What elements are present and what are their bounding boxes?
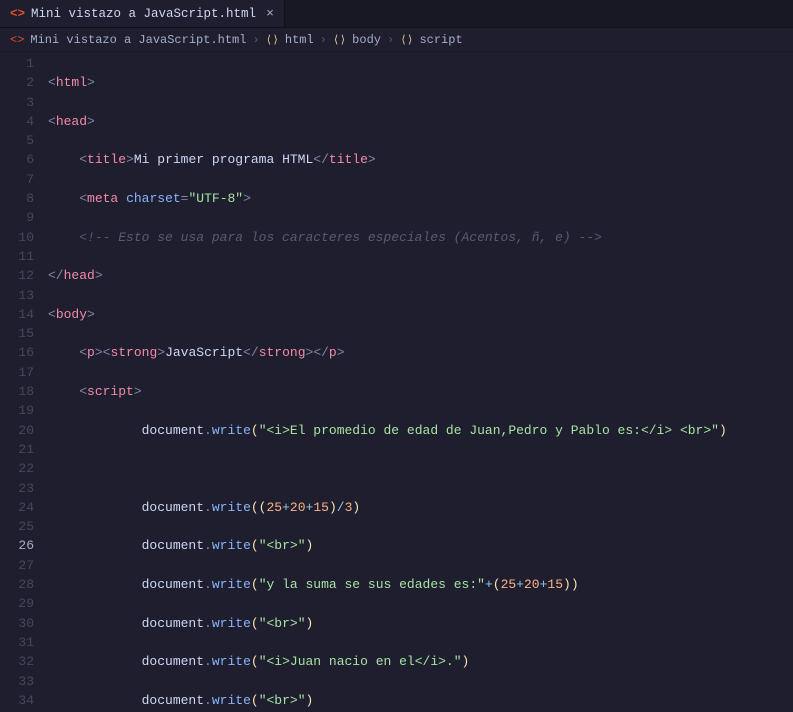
code-area[interactable]: <html> <head> <title>Mi primer programa … (48, 52, 793, 712)
code-line[interactable]: </head> (48, 266, 793, 285)
line-number: 21 (0, 440, 34, 459)
symbol-icon: ⟨⟩ (400, 33, 413, 47)
line-number: 11 (0, 247, 34, 266)
line-number: 9 (0, 208, 34, 227)
line-number: 16 (0, 343, 34, 362)
code-line[interactable]: document.write("<i>Juan nacio en el</i>.… (48, 652, 793, 671)
html-file-icon: <> (10, 33, 24, 47)
breadcrumb-part[interactable]: html (285, 33, 314, 47)
code-line[interactable]: <title>Mi primer programa HTML</title> (48, 150, 793, 169)
code-line[interactable]: document.write("<i>El promedio de edad d… (48, 421, 793, 440)
chevron-right-icon: › (320, 33, 327, 47)
code-line[interactable]: document.write("<br>") (48, 614, 793, 633)
line-number: 2 (0, 73, 34, 92)
line-number: 30 (0, 614, 34, 633)
code-line[interactable]: <script> (48, 382, 793, 401)
line-number: 3 (0, 93, 34, 112)
line-number: 24 (0, 498, 34, 517)
line-number: 10 (0, 228, 34, 247)
line-number: 23 (0, 479, 34, 498)
line-number: 28 (0, 575, 34, 594)
symbol-icon: ⟨⟩ (333, 33, 346, 47)
html-file-icon: <> (10, 7, 25, 21)
tab-active[interactable]: <> Mini vistazo a JavaScript.html ● × (0, 0, 285, 27)
chevron-right-icon: › (387, 33, 394, 47)
code-line[interactable]: <html> (48, 73, 793, 92)
line-number: 18 (0, 382, 34, 401)
line-number: 20 (0, 421, 34, 440)
line-number: 22 (0, 459, 34, 478)
tab-filename: Mini vistazo a JavaScript.html (31, 7, 256, 21)
line-number: 6 (0, 150, 34, 169)
code-line[interactable]: document.write((25+20+15)/3) (48, 498, 793, 517)
line-number: 14 (0, 305, 34, 324)
line-number: 17 (0, 363, 34, 382)
breadcrumb-part[interactable]: body (352, 33, 381, 47)
line-number: 31 (0, 633, 34, 652)
chevron-right-icon: › (252, 33, 259, 47)
line-number: 27 (0, 556, 34, 575)
code-line[interactable]: document.write("y la suma se sus edades … (48, 575, 793, 594)
line-number-gutter: 1234567891011121314151617181920212223242… (0, 52, 48, 712)
close-icon[interactable]: × (262, 6, 274, 21)
line-number: 13 (0, 286, 34, 305)
breadcrumb-file[interactable]: Mini vistazo a JavaScript.html (30, 33, 246, 47)
line-number: 33 (0, 672, 34, 691)
code-line[interactable]: <head> (48, 112, 793, 131)
code-line[interactable]: <meta charset="UTF-8"> (48, 189, 793, 208)
line-number: 25 (0, 517, 34, 536)
line-number: 8 (0, 189, 34, 208)
code-line[interactable]: <p><strong>JavaScript</strong></p> (48, 343, 793, 362)
code-line[interactable]: <body> (48, 305, 793, 324)
breadcrumb-part[interactable]: script (419, 33, 462, 47)
line-number: 7 (0, 170, 34, 189)
line-number: 15 (0, 324, 34, 343)
line-number: 32 (0, 652, 34, 671)
line-number: 1 (0, 54, 34, 73)
line-number: 12 (0, 266, 34, 285)
symbol-icon: ⟨⟩ (266, 33, 279, 47)
line-number: 19 (0, 401, 34, 420)
line-number: 29 (0, 594, 34, 613)
code-line[interactable]: document.write("<br>") (48, 536, 793, 555)
line-number: 4 (0, 112, 34, 131)
code-line[interactable]: <!-- Esto se usa para los caracteres esp… (48, 228, 793, 247)
editor[interactable]: 1234567891011121314151617181920212223242… (0, 52, 793, 712)
line-number: 5 (0, 131, 34, 150)
line-number: 26 (0, 536, 34, 555)
code-line[interactable] (48, 459, 793, 478)
code-line[interactable]: document.write("<br>") (48, 691, 793, 710)
line-number: 34 (0, 691, 34, 710)
tab-bar: <> Mini vistazo a JavaScript.html ● × (0, 0, 793, 28)
breadcrumb: <> Mini vistazo a JavaScript.html › ⟨⟩ h… (0, 28, 793, 52)
